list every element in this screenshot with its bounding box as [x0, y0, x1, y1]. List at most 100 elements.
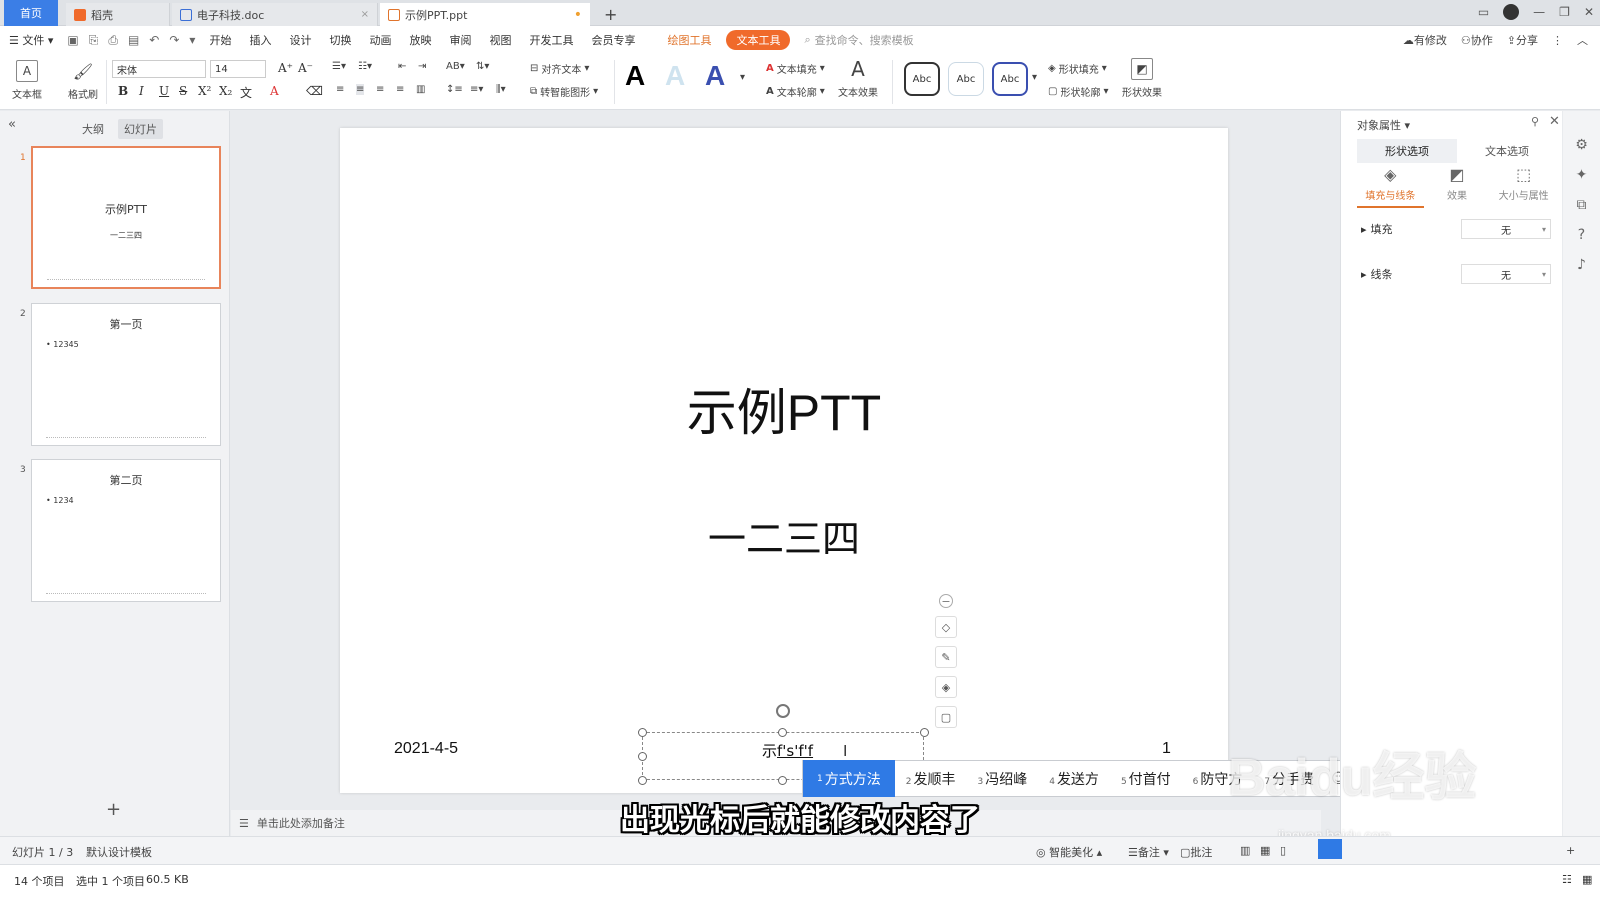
rotate-handle-icon[interactable] — [776, 704, 790, 718]
panel-title[interactable]: 对象属性 ▾ — [1357, 117, 1410, 133]
animation-icon[interactable]: ✦ — [1576, 167, 1588, 183]
tab-home[interactable]: 首页 — [4, 0, 58, 26]
subscript-icon[interactable]: X₂ — [219, 84, 232, 98]
reading-view-icon[interactable]: ▯ — [1280, 844, 1286, 857]
resize-handle[interactable] — [778, 776, 787, 785]
line-spacing-icon[interactable]: ↕≡ — [446, 84, 463, 95]
italic-icon[interactable]: I — [139, 84, 144, 98]
large-icons-view-icon[interactable]: ▦ — [1582, 873, 1592, 886]
shape-style-blue[interactable]: Abc — [992, 62, 1028, 96]
shape-style-dark[interactable]: Abc — [904, 62, 940, 96]
collapse-icon[interactable]: − — [939, 594, 953, 608]
menu-review[interactable]: 审阅 — [440, 32, 480, 48]
menu-transition[interactable]: 切换 — [320, 32, 360, 48]
window-layout-icon[interactable]: ▭ — [1478, 5, 1489, 19]
normal-view-icon[interactable]: ▥ — [1240, 844, 1250, 857]
bullet-list-icon[interactable]: ☰▾ — [332, 61, 346, 72]
zoom-in-icon[interactable]: + — [1566, 844, 1575, 857]
underline-icon[interactable]: U — [159, 84, 169, 98]
shape-outline-button[interactable]: ▢ 形状轮廓 ▾ — [1048, 84, 1108, 99]
collapse-ribbon-icon[interactable]: ︿ — [1577, 32, 1588, 48]
resize-handle[interactable] — [638, 776, 647, 785]
subtab-fill-line[interactable]: ◈ 填充与线条 — [1357, 165, 1424, 208]
smart-shape-button[interactable]: ⧉ 转智能图形 ▾ — [530, 84, 598, 99]
text-style-more-icon[interactable]: ▾ — [740, 72, 745, 83]
has-changes-button[interactable]: ☁有修改 — [1403, 32, 1447, 48]
tab-text-options[interactable]: 文本选项 — [1457, 139, 1557, 163]
share-button[interactable]: ⇪分享 — [1507, 32, 1538, 48]
menu-member[interactable]: 会员专享 — [582, 32, 644, 48]
add-slide-button[interactable]: + — [106, 799, 121, 820]
subtab-size-props[interactable]: ⬚ 大小与属性 — [1490, 165, 1557, 208]
play-slideshow-icon[interactable] — [1318, 839, 1342, 859]
sort-icon[interactable]: ⇅▾ — [476, 61, 489, 72]
fill-select[interactable]: 无 — [1461, 219, 1551, 239]
columns-icon[interactable]: ⫼▾ — [496, 84, 506, 95]
menu-slideshow[interactable]: 放映 — [400, 32, 440, 48]
ime-candidate-1[interactable]: 1 方式方法 — [803, 760, 895, 797]
ime-candidate-2[interactable]: 2 发顺丰 — [895, 769, 967, 789]
print-icon[interactable]: ⎙ — [103, 33, 123, 48]
menu-drawing-tools[interactable]: 绘图工具 — [658, 32, 720, 48]
text-style-black-icon[interactable]: A — [625, 60, 645, 92]
slide-date[interactable]: 2021-4-5 — [394, 740, 458, 758]
close-icon[interactable]: × — [361, 9, 369, 20]
pin-icon[interactable]: ⚲ — [1531, 115, 1539, 128]
resize-handle[interactable] — [638, 728, 647, 737]
collapse-panel-icon[interactable]: « — [8, 117, 16, 132]
line-select[interactable]: 无 — [1461, 264, 1551, 284]
customize-icon[interactable]: ▾ — [184, 33, 200, 47]
text-outline-button[interactable]: A 文本轮廓 ▾ — [766, 84, 825, 99]
copy-icon[interactable]: ⧉ — [1577, 197, 1587, 213]
outline-icon[interactable]: ▢ — [935, 706, 957, 728]
sorter-view-icon[interactable]: ▦ — [1260, 844, 1270, 857]
pen-icon[interactable]: ✎ — [935, 646, 957, 668]
tab-word-doc[interactable]: 电子科技.doc × — [172, 3, 378, 26]
text-direction-icon[interactable]: AB▾ — [446, 61, 465, 72]
slide-thumbnail-1[interactable]: 示例PTT 一二三四 — [31, 146, 221, 289]
font-name-select[interactable]: 宋体 — [112, 60, 206, 78]
slide-page-number[interactable]: 1 — [1162, 740, 1171, 758]
slide-subtitle[interactable]: 一二三四 — [340, 508, 1228, 563]
tab-ppt[interactable]: 示例PPT.ppt • — [380, 3, 590, 26]
eraser-icon[interactable]: ⌫ — [306, 84, 323, 98]
command-search[interactable]: ⌕ 查找命令、搜索模板 — [804, 32, 913, 48]
menu-start[interactable]: 开始 — [200, 32, 240, 48]
textbox-button[interactable]: A 文本框 — [12, 60, 42, 101]
comments-button[interactable]: ▢批注 — [1180, 844, 1212, 860]
menu-insert[interactable]: 插入 — [240, 32, 280, 48]
justify-icon[interactable]: ≡ — [396, 84, 404, 95]
distribute-icon[interactable]: ▥ — [416, 84, 425, 95]
grow-font-icon[interactable]: A⁺ — [278, 61, 293, 75]
resize-handle[interactable] — [920, 728, 929, 737]
minimize-icon[interactable]: — — [1533, 5, 1545, 19]
menu-text-tools[interactable]: 文本工具 — [726, 30, 791, 50]
new-tab-button[interactable]: + — [596, 3, 625, 26]
save-icon[interactable]: ▣ — [62, 33, 83, 47]
ime-candidate-3[interactable]: 3 冯绍峰 — [966, 769, 1038, 789]
phonetic-icon[interactable]: 文 — [240, 84, 252, 101]
text-effect-button[interactable]: A 文本效果 — [838, 57, 878, 99]
collaborate-button[interactable]: ⚇协作 — [1461, 32, 1493, 48]
restore-icon[interactable]: ❐ — [1559, 5, 1570, 19]
details-view-icon[interactable]: ☷ — [1562, 873, 1572, 886]
textbox-content[interactable]: 示f's'f'f I — [762, 740, 847, 761]
shape-style-light[interactable]: Abc — [948, 62, 984, 96]
avatar[interactable] — [1503, 4, 1520, 20]
more-icon[interactable]: ⋮ — [1552, 34, 1563, 47]
slide-title[interactable]: 示例PTT — [340, 373, 1228, 445]
close-panel-icon[interactable]: ✕ — [1549, 114, 1560, 129]
ime-candidate-5[interactable]: 5 付首付 — [1110, 769, 1182, 789]
resize-handle[interactable] — [638, 752, 647, 761]
text-fill-button[interactable]: A 文本填充 ▾ — [766, 61, 825, 76]
align-center-icon[interactable]: ≡ — [356, 84, 365, 95]
bold-icon[interactable]: B — [118, 84, 128, 98]
align-right-icon[interactable]: ≡ — [376, 84, 384, 95]
audio-icon[interactable]: ♪ — [1577, 257, 1586, 273]
shape-fill-button[interactable]: ◈ 形状填充 ▾ — [1048, 61, 1107, 76]
subtab-effects[interactable]: ◩ 效果 — [1424, 165, 1491, 208]
slide-thumbnail-2[interactable]: 第一页 • 12345 — [31, 303, 221, 446]
numbered-list-icon[interactable]: ☷▾ — [358, 61, 372, 72]
tab-daoke[interactable]: 稻壳 — [66, 3, 170, 26]
font-size-select[interactable]: 14 — [210, 60, 266, 78]
